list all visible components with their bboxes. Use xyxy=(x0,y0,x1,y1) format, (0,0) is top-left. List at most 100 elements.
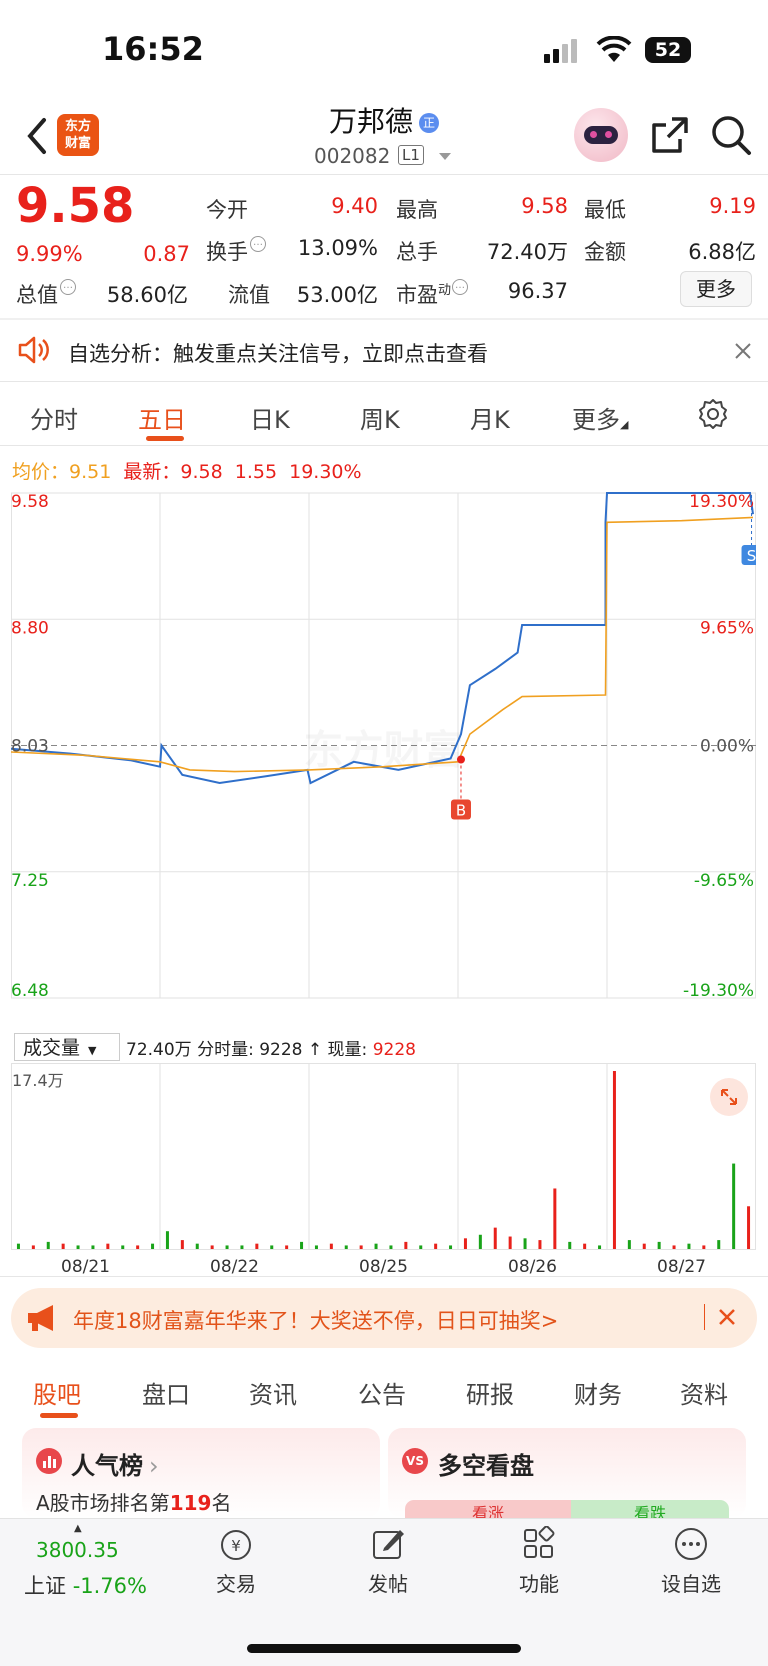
tab-profile[interactable]: 资料 xyxy=(680,1375,728,1410)
function-icon[interactable] xyxy=(521,1526,557,1562)
tab-pankou[interactable]: 盘口 xyxy=(142,1375,190,1410)
info-icon[interactable]: … xyxy=(250,236,266,252)
open-label: 今开 xyxy=(206,198,248,222)
settings-gear-icon[interactable] xyxy=(697,398,729,430)
price-chart[interactable]: 东方财富 9.588.808.037.256.4819.30%9.65%0.00… xyxy=(11,490,756,1027)
add-watch-icon[interactable] xyxy=(673,1526,709,1562)
tab-underline xyxy=(146,436,184,441)
bull-bar[interactable]: 看涨 xyxy=(405,1500,571,1518)
battery-icon: 52 xyxy=(645,37,691,63)
volume-bar xyxy=(16,1243,20,1249)
rank-text-prefix: A股市场排名第 xyxy=(36,1491,170,1515)
volume-bar xyxy=(240,1245,244,1249)
svg-text:¥: ¥ xyxy=(231,1537,241,1555)
amount-value: 6.88亿 xyxy=(688,240,756,264)
nav-add-watch[interactable]: 设自选 xyxy=(646,1568,736,1597)
tab-weekly-k[interactable]: 周K xyxy=(360,400,400,435)
tick-volume-label: 分时量: xyxy=(197,1040,254,1060)
volume-bar xyxy=(523,1238,527,1249)
volume-bar xyxy=(106,1243,110,1249)
amount-label: 金额 xyxy=(584,240,626,264)
y-tick-left: 7.25 xyxy=(11,871,49,891)
close-icon[interactable] xyxy=(734,342,752,360)
volume-bar xyxy=(270,1245,274,1249)
tab-more[interactable]: 更多◢ xyxy=(572,400,628,435)
low-value: 9.19 xyxy=(709,194,756,218)
nav-function[interactable]: 功能 xyxy=(494,1568,584,1597)
notice-text[interactable]: 自选分析：触发重点关注信号，立即点击查看 xyxy=(68,338,488,368)
rank-icon xyxy=(36,1448,62,1474)
volume-bar xyxy=(717,1240,721,1249)
volume-bar xyxy=(404,1241,408,1249)
index-value[interactable]: 3800.35 xyxy=(36,1538,119,1562)
volume-value: 72.40万 xyxy=(486,240,568,264)
share-icon[interactable] xyxy=(650,115,690,155)
promo-close-icon[interactable] xyxy=(718,1308,736,1326)
index-summary[interactable]: 上证 -1.76% xyxy=(24,1570,147,1600)
float-label: 流值 xyxy=(228,283,270,307)
vs-icon: VS xyxy=(402,1448,428,1474)
volume-frame xyxy=(11,1063,756,1250)
volume-bar xyxy=(359,1245,363,1249)
tab-research[interactable]: 研报 xyxy=(466,1375,514,1410)
nav-trade[interactable]: 交易 xyxy=(191,1568,281,1597)
x-axis-label: 08/26 xyxy=(508,1257,557,1277)
trade-icon[interactable]: ¥ xyxy=(217,1527,255,1563)
tab-daily-k[interactable]: 日K xyxy=(250,400,290,435)
x-axis-label: 08/22 xyxy=(210,1257,259,1277)
volume-bar xyxy=(151,1243,155,1249)
nav-post[interactable]: 发帖 xyxy=(343,1568,433,1597)
volume-bar xyxy=(508,1236,512,1249)
info-icon[interactable]: … xyxy=(60,279,76,295)
megaphone-icon xyxy=(28,1305,53,1331)
info-icon[interactable]: … xyxy=(452,279,469,295)
volume-bar xyxy=(180,1240,184,1249)
more-button[interactable]: 更多 xyxy=(680,271,752,307)
tab-monthly-k[interactable]: 月K xyxy=(470,400,510,435)
mktcap-label-text: 总值 xyxy=(16,283,58,307)
volume-bar xyxy=(449,1245,453,1249)
now-volume-label: 现量: xyxy=(327,1040,368,1060)
tab-guba[interactable]: 股吧 xyxy=(33,1375,81,1410)
robot-assistant-avatar[interactable] xyxy=(574,108,628,162)
y-tick-right: -19.30% xyxy=(683,981,754,1001)
latest-change: 1.55 xyxy=(234,461,278,483)
volume-bar xyxy=(374,1243,378,1249)
volume-bar xyxy=(165,1231,169,1249)
volume-bar xyxy=(285,1245,289,1249)
tab-five-day[interactable]: 五日 xyxy=(138,400,186,435)
volume-bar xyxy=(687,1243,691,1249)
level-badge[interactable]: L1 xyxy=(398,145,424,165)
current-price: 9.58 xyxy=(16,178,135,234)
volume-bar xyxy=(225,1245,229,1249)
tab-news[interactable]: 资讯 xyxy=(249,1375,297,1410)
volume-bar xyxy=(493,1227,497,1249)
tab-announcement[interactable]: 公告 xyxy=(358,1375,406,1410)
search-icon[interactable] xyxy=(710,114,752,156)
mktcap-value: 58.60亿 xyxy=(106,283,188,307)
y-tick-right: 9.65% xyxy=(700,618,754,638)
volume-bar xyxy=(344,1245,348,1249)
stock-code: 002082 xyxy=(314,144,391,168)
high-value: 9.58 xyxy=(521,194,568,218)
bear-bar[interactable]: 看跌 xyxy=(571,1500,729,1518)
volume-bar xyxy=(136,1245,140,1249)
promo-text[interactable]: 年度18财富嘉年华来了！大奖送不停，日日可抽奖> xyxy=(73,1305,558,1335)
volume-bar xyxy=(91,1245,95,1249)
latest-value: 9.58 xyxy=(180,461,223,483)
now-volume: 9228 xyxy=(372,1040,416,1060)
x-axis-label: 08/27 xyxy=(657,1257,706,1277)
signal-icon xyxy=(544,39,577,63)
post-icon[interactable] xyxy=(370,1526,406,1562)
tab-intraday[interactable]: 分时 xyxy=(30,400,78,435)
volume-indicator-select[interactable]: 成交量 ▼ xyxy=(14,1033,120,1061)
expand-icon[interactable] xyxy=(710,1078,748,1116)
volume-bar xyxy=(478,1234,482,1249)
volume-total: 72.40万 xyxy=(126,1040,192,1060)
bottom-tab-underline xyxy=(40,1413,78,1418)
dropdown-caret-icon[interactable] xyxy=(438,152,452,162)
sell-marker-label: S xyxy=(747,547,756,565)
volume-chart[interactable] xyxy=(11,1063,756,1252)
tab-finance[interactable]: 财务 xyxy=(574,1375,622,1410)
chevron-right-icon: › xyxy=(149,1452,159,1480)
